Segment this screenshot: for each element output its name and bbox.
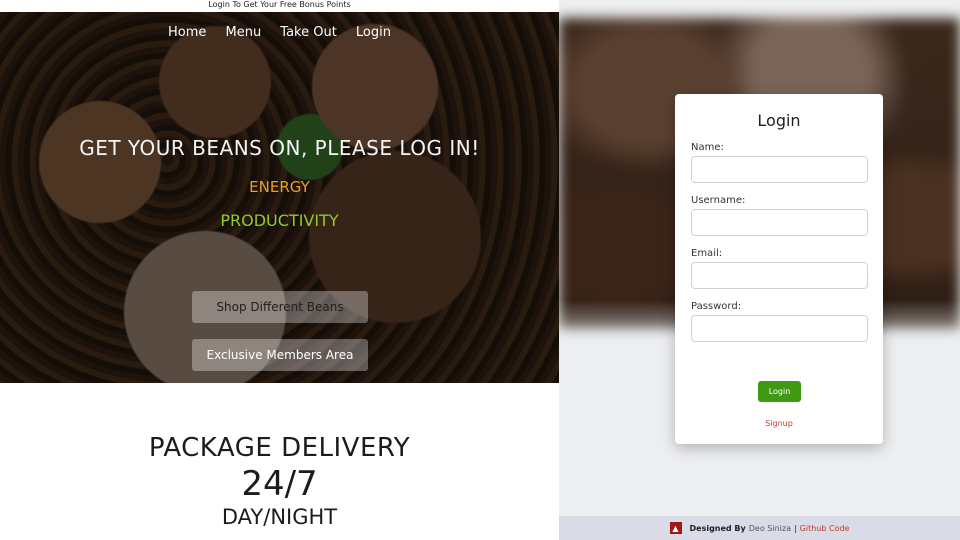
password-label: Password: bbox=[691, 301, 742, 312]
email-field[interactable] bbox=[691, 262, 868, 289]
github-code-link[interactable]: Github Code bbox=[800, 524, 850, 533]
login-button[interactable]: Login bbox=[758, 381, 801, 402]
delivery-section: PACKAGE DELIVERY 24/7 DAY/NIGHT bbox=[0, 432, 559, 530]
members-area-button[interactable]: Exclusive Members Area bbox=[192, 339, 368, 371]
signup-link[interactable]: Signup bbox=[675, 419, 883, 428]
right-panel: Login Name: Username: Email: Password: L… bbox=[559, 0, 960, 540]
hero-title: GET YOUR BEANS ON, PLEASE LOG IN! bbox=[79, 136, 480, 160]
name-field[interactable] bbox=[691, 156, 868, 183]
hero-banner: Home Menu Take Out Login GET YOUR BEANS … bbox=[0, 12, 559, 383]
nav-login-link[interactable]: Login bbox=[356, 25, 391, 40]
delivery-day-night: DAY/NIGHT bbox=[221, 505, 338, 529]
footer-logo-icon: ▲ bbox=[669, 522, 682, 534]
hero-productivity-text: PRODUCTIVITY bbox=[220, 211, 339, 230]
login-card: Login Name: Username: Email: Password: L… bbox=[675, 94, 883, 444]
login-title: Login bbox=[757, 111, 801, 130]
nav-menu-link[interactable]: Menu bbox=[225, 25, 261, 40]
delivery-title: PACKAGE DELIVERY bbox=[148, 433, 411, 463]
nav-takeout-link[interactable]: Take Out bbox=[280, 25, 337, 40]
delivery-hours: 24/7 bbox=[241, 464, 318, 504]
footer-author: Deo Siniza bbox=[748, 523, 791, 533]
name-label: Name: bbox=[691, 142, 724, 153]
nav-home-link[interactable]: Home bbox=[168, 25, 206, 40]
footer: ▲ Designed By Deo Siniza | Github Code bbox=[559, 516, 960, 540]
email-label: Email: bbox=[691, 248, 723, 259]
password-field[interactable] bbox=[691, 315, 868, 342]
hero-energy-text: ENERGY bbox=[249, 178, 310, 196]
footer-separator: | bbox=[793, 523, 797, 533]
username-label: Username: bbox=[691, 195, 746, 206]
username-field[interactable] bbox=[691, 209, 868, 236]
main-nav: Home Menu Take Out Login bbox=[0, 21, 559, 40]
footer-designed-by: Designed By bbox=[689, 523, 746, 533]
shop-beans-button[interactable]: Shop Different Beans bbox=[192, 291, 368, 323]
promo-bar: Login To Get Your Free Bonus Points bbox=[0, 0, 559, 12]
left-panel: Login To Get Your Free Bonus Points Home… bbox=[0, 0, 559, 540]
